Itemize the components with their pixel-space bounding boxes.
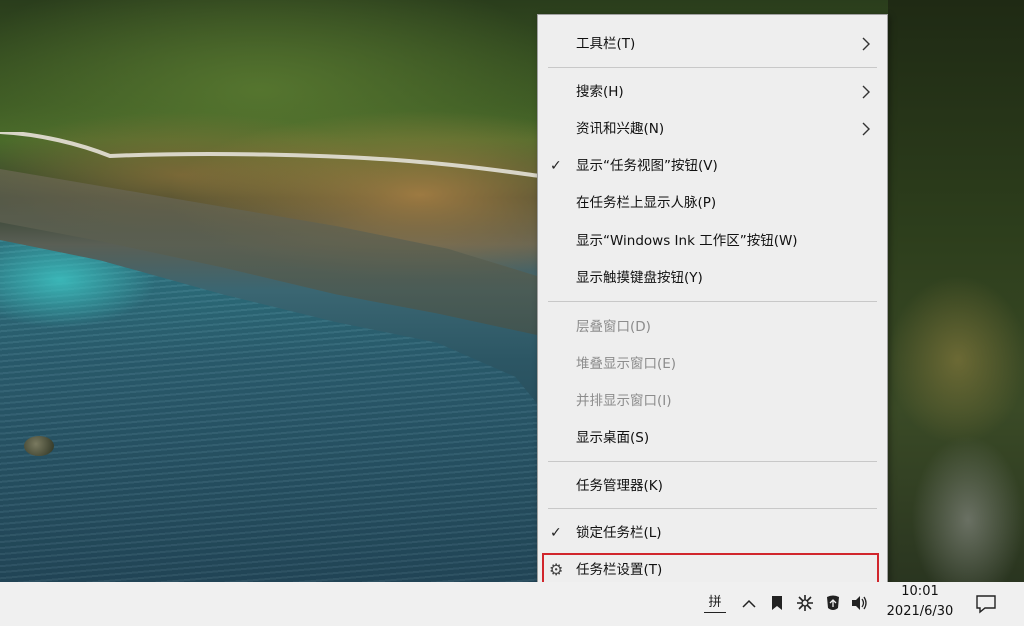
notification-icon[interactable] xyxy=(972,588,1000,618)
menu-item-task-manager[interactable]: 任务管理器(K) xyxy=(538,469,887,503)
menu-item-lock-taskbar[interactable]: ✓ 锁定任务栏(L) xyxy=(538,516,887,550)
menu-item-search[interactable]: 搜索(H) xyxy=(538,75,887,109)
taskbar-context-menu: 工具栏(T) 搜索(H) 资讯和兴趣(N) ✓ 显示“任务视图”按钮(V) 在任… xyxy=(537,14,888,598)
menu-item-label: 显示触摸键盘按钮(Y) xyxy=(576,270,703,286)
menu-item-label: 显示“任务视图”按钮(V) xyxy=(576,158,718,174)
menu-item-label: 工具栏(T) xyxy=(576,36,636,52)
menu-item-label: 显示桌面(S) xyxy=(576,430,650,446)
chevron-right-icon xyxy=(862,37,870,51)
menu-item-show-windows-ink-button[interactable]: 显示“Windows Ink 工作区”按钮(W) xyxy=(538,224,887,258)
menu-item-news-and-interests[interactable]: 资讯和兴趣(N) xyxy=(538,112,887,146)
chevron-right-icon xyxy=(862,122,870,136)
menu-item-label: 资讯和兴趣(N) xyxy=(576,121,665,137)
clock-date: 2021/6/30 xyxy=(886,604,954,619)
wallpaper-rock xyxy=(24,436,54,456)
menu-item-show-desktop[interactable]: 显示桌面(S) xyxy=(538,421,887,455)
menu-item-label: 堆叠显示窗口(E) xyxy=(576,356,677,372)
chevron-up-icon[interactable] xyxy=(738,588,760,618)
menu-separator xyxy=(548,508,877,509)
menu-item-side-by-side-windows: 并排显示窗口(I) xyxy=(538,384,887,418)
menu-item-label: 锁定任务栏(L) xyxy=(576,525,662,541)
menu-item-cascade-windows: 层叠窗口(D) xyxy=(538,310,887,344)
menu-item-show-people[interactable]: 在任务栏上显示人脉(P) xyxy=(538,186,887,220)
system-clock[interactable]: 10:01 2021/6/30 xyxy=(880,582,960,626)
menu-item-label: 搜索(H) xyxy=(576,84,624,100)
menu-item-label: 层叠窗口(D) xyxy=(576,319,651,335)
volume-icon[interactable] xyxy=(848,588,870,618)
checkmark-icon: ✓ xyxy=(550,158,562,174)
menu-separator xyxy=(548,301,877,302)
menu-separator xyxy=(548,461,877,462)
ime-indicator[interactable]: 拼 xyxy=(704,594,726,613)
chevron-right-icon xyxy=(862,85,870,99)
menu-item-label: 在任务栏上显示人脉(P) xyxy=(576,195,717,211)
wallpaper-right-hill xyxy=(888,0,1024,582)
menu-separator xyxy=(548,67,877,68)
menu-item-label: 任务管理器(K) xyxy=(576,478,663,494)
clock-time: 10:01 xyxy=(901,584,939,599)
taskbar[interactable]: 拼 10:01 2021/6/30 xyxy=(0,582,1024,626)
menu-item-show-task-view-button[interactable]: ✓ 显示“任务视图”按钮(V) xyxy=(538,149,887,183)
menu-item-show-touch-keyboard-button[interactable]: 显示触摸键盘按钮(Y) xyxy=(538,261,887,295)
security-icon[interactable] xyxy=(822,588,844,618)
checkmark-icon: ✓ xyxy=(550,525,562,541)
menu-item-label: 并排显示窗口(I) xyxy=(576,393,672,409)
menu-item-label: 显示“Windows Ink 工作区”按钮(W) xyxy=(576,233,798,249)
menu-item-stack-windows: 堆叠显示窗口(E) xyxy=(538,347,887,381)
sync-icon[interactable] xyxy=(794,588,816,618)
menu-item-toolbars[interactable]: 工具栏(T) xyxy=(538,27,887,61)
bookmark-icon[interactable] xyxy=(766,588,788,618)
